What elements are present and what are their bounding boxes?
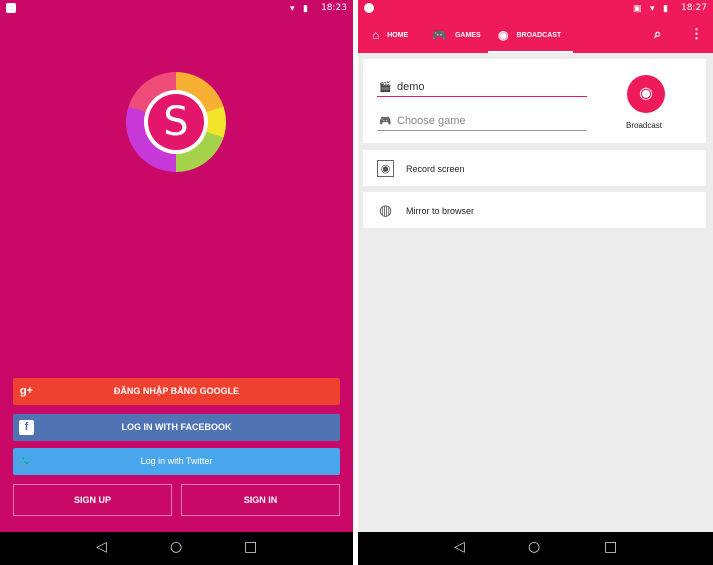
tab-broadcast[interactable]: ◉ BROADCAST [487,17,574,53]
status-icons: ▣ ▾ ▮ [633,3,671,13]
google-login-button[interactable]: g+ ĐĂNG NHẬP BẰNG GOOGLE [13,378,340,405]
tab-home[interactable]: ⌂ HOME [372,17,408,53]
login-screen: ▾ ▮ 18:23 S g+ ĐĂNG NHẬP BẰNG GOOGLE f L… [0,0,353,565]
home-icon[interactable]: ○ [170,539,182,555]
broadcast-icon: ◉ [639,85,653,102]
navigation-bar: ◁ ○ □ [0,532,353,565]
mirror-to-browser-label: Mirror to browser [406,206,475,216]
twitter-login-label: Log in with Twitter [140,456,213,466]
facebook-login-label: LOG IN WITH FACEBOOK [121,422,232,432]
sign-in-button[interactable]: SIGN IN [181,484,340,516]
app-notification-icon [6,3,16,13]
tab-games-label: GAMES [454,31,481,39]
choose-game-field[interactable]: 🎮 Choose game [377,111,587,131]
facebook-icon: f [19,420,34,435]
more-options-icon[interactable]: ⋮ [690,26,703,42]
stream-title-field[interactable]: 🎬 demo [377,77,587,97]
search-icon[interactable]: ⌕ [654,26,661,42]
back-icon[interactable]: ◁ [454,539,465,555]
broadcast-icon: ◉ [498,28,509,42]
gamepad-icon: 🎮 [379,116,392,127]
clapperboard-icon: 🎬 [379,82,392,93]
record-icon: ◉ [377,160,394,177]
twitter-icon: 🐦 [19,455,34,467]
status-bar: ▣ ▾ ▮ 18:27 [358,0,713,17]
navigation-bar: ◁ ○ □ [358,532,713,565]
logo-letter: S [148,94,204,150]
tab-games[interactable]: 🎮 GAMES [432,17,481,53]
record-screen-label: Record screen [406,164,465,174]
broadcast-button[interactable]: ◉ [627,75,665,113]
top-tab-bar: ⌂ HOME 🎮 GAMES ◉ BROADCAST ⌕ ⋮ [358,17,713,53]
choose-game-placeholder: Choose game [397,115,466,127]
recent-apps-icon[interactable]: □ [244,539,257,555]
broadcast-label: Broadcast [626,121,663,130]
google-login-label: ĐĂNG NHẬP BẰNG GOOGLE [113,386,240,396]
status-icons: ▾ ▮ [290,3,311,13]
home-icon[interactable]: ○ [528,539,540,555]
sign-up-button[interactable]: SIGN UP [13,484,172,516]
gamepad-icon: 🎮 [432,28,447,42]
broadcast-screen: ▣ ▾ ▮ 18:27 ⌂ HOME 🎮 GAMES ◉ BROADCAST ⌕ ⋮ … [358,0,713,565]
status-time: 18:27 [681,3,707,13]
notification-icon [364,3,374,13]
broadcast-setup-card: 🎬 demo 🎮 Choose game ◉ Broadcast [363,59,706,143]
recent-apps-icon[interactable]: □ [604,539,617,555]
tab-home-label: HOME [387,31,409,39]
status-bar: ▾ ▮ 18:23 [0,0,353,17]
mirror-to-browser-row[interactable]: ◍ Mirror to browser [363,192,706,228]
status-time: 18:23 [321,3,347,13]
google-plus-icon: g+ [19,385,34,397]
facebook-login-button[interactable]: f LOG IN WITH FACEBOOK [13,414,340,441]
twitter-login-button[interactable]: 🐦 Log in with Twitter [13,448,340,475]
stream-title-value: demo [397,81,425,93]
back-icon[interactable]: ◁ [96,539,107,555]
tab-broadcast-label: BROADCAST [516,31,562,39]
home-icon: ⌂ [372,28,380,42]
app-logo: S [126,72,226,172]
record-screen-row[interactable]: ◉ Record screen [363,150,706,186]
globe-icon: ◍ [378,202,393,219]
